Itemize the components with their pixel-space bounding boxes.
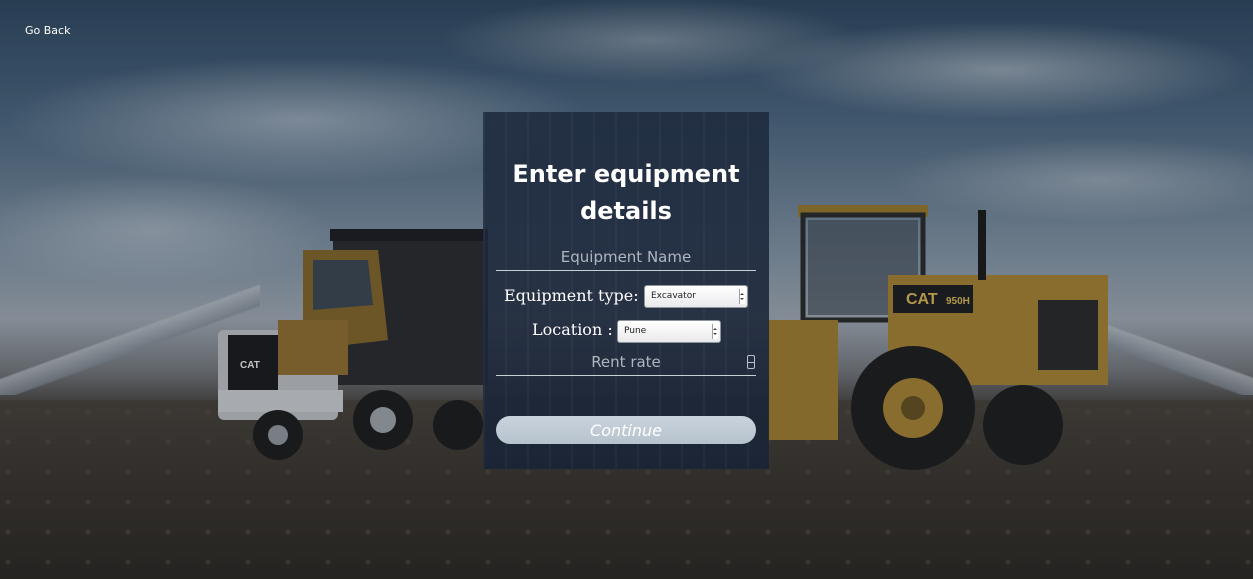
form-title: Enter equipment details [512,160,740,225]
continue-button[interactable]: Continue [496,416,756,444]
location-label: Location : [532,320,613,339]
go-back-link[interactable]: Go Back [25,24,70,37]
number-spinner-icon[interactable] [747,355,755,369]
equipment-form-panel: Enter equipment details Equipment type: … [483,112,769,469]
page: CAT CAT 950H Go Back Enter equipment det… [0,0,1253,579]
location-value: Pune [624,326,647,336]
rent-rate-input[interactable] [496,348,756,376]
equipment-type-label: Equipment type: [504,286,639,305]
select-arrows-icon [739,289,745,304]
select-arrows-icon [712,324,718,339]
location-select[interactable]: Pune [617,320,721,343]
equipment-type-value: Excavator [651,291,696,301]
equipment-type-select[interactable]: Excavator [644,285,748,308]
equipment-name-input[interactable] [496,244,756,271]
